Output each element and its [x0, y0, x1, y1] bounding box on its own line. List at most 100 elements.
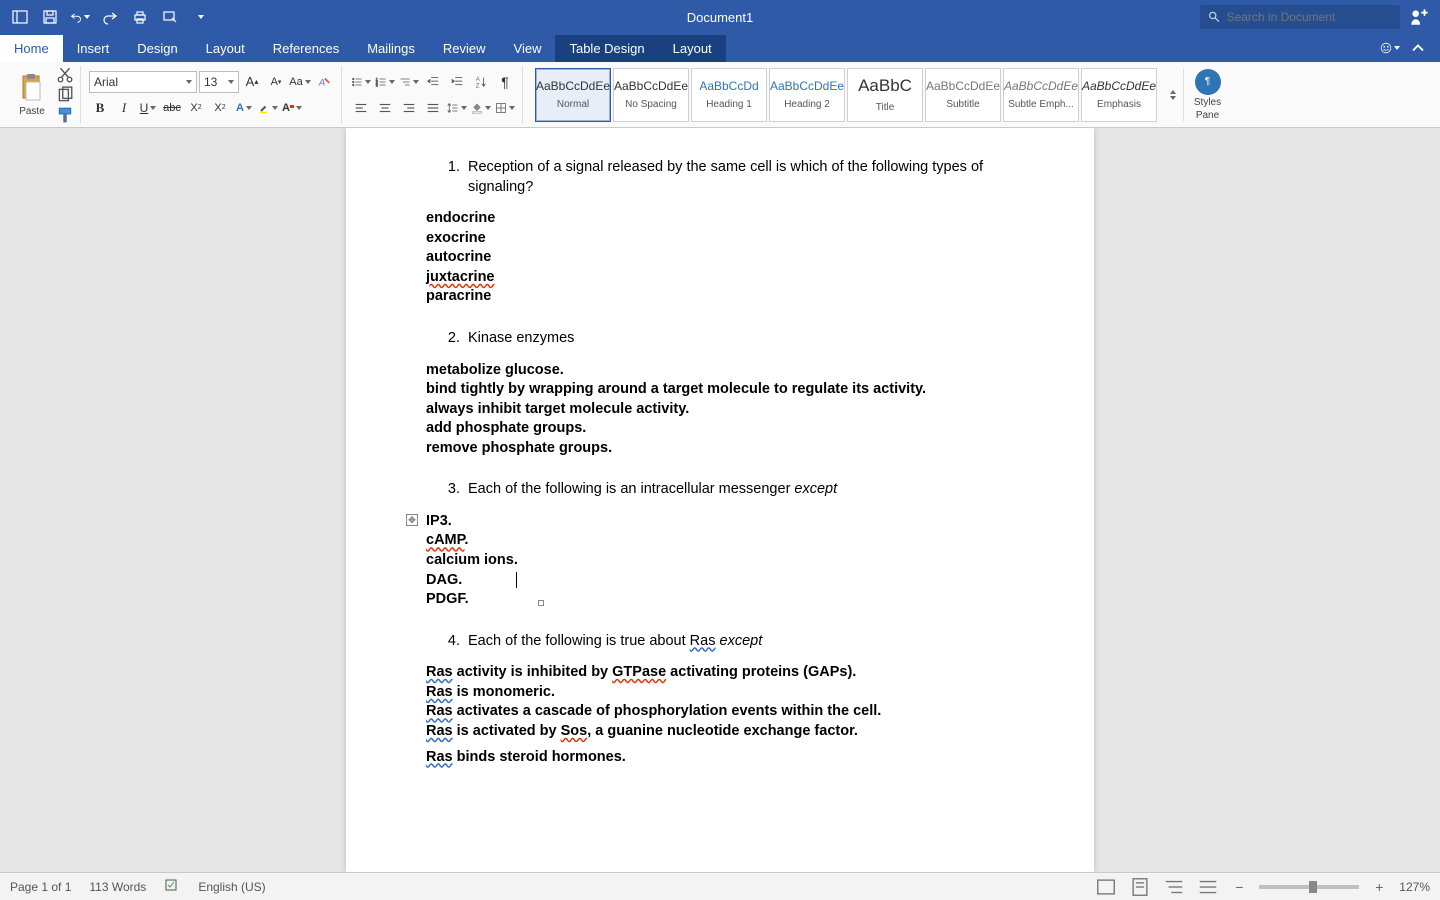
style-name: Normal — [557, 99, 589, 110]
multilevel-list-button[interactable] — [398, 71, 420, 93]
collapse-ribbon-icon[interactable] — [1408, 38, 1428, 58]
q1-a4: juxtacrine — [426, 268, 1014, 288]
justify-button[interactable] — [422, 97, 444, 119]
share-icon[interactable] — [1408, 6, 1430, 28]
print-icon[interactable] — [130, 7, 150, 27]
decrease-indent-button[interactable] — [422, 71, 444, 93]
style-tile-emphasis[interactable]: AaBbCcDdEeEmphasis — [1081, 68, 1157, 122]
underline-button[interactable]: U — [137, 97, 159, 119]
document-canvas[interactable]: 1. Reception of a signal released by the… — [0, 128, 1440, 872]
bold-button[interactable]: B — [89, 97, 111, 119]
table-move-handle-icon[interactable]: ✥ — [406, 514, 418, 526]
style-tile-heading-1[interactable]: AaBbCcDdHeading 1 — [691, 68, 767, 122]
redo-icon[interactable] — [100, 7, 120, 27]
increase-indent-button[interactable] — [446, 71, 468, 93]
q3-a2: cAMP. — [426, 531, 1014, 551]
q3-a5: PDGF. — [426, 590, 1014, 610]
panel-toggle-icon[interactable] — [10, 7, 30, 27]
q2-text: Kinase enzymes — [468, 329, 574, 349]
style-tile-title[interactable]: AaBbCTitle — [847, 68, 923, 122]
copy-icon[interactable] — [56, 86, 74, 104]
styles-pane-icon: ¶ — [1195, 69, 1221, 95]
style-tile-subtitle[interactable]: AaBbCcDdEeSubtitle — [925, 68, 1001, 122]
feedback-icon[interactable] — [1380, 38, 1400, 58]
undo-icon[interactable] — [70, 7, 90, 27]
zoom-level[interactable]: 127% — [1399, 880, 1430, 894]
tab-mailings[interactable]: Mailings — [353, 35, 429, 62]
superscript-button[interactable]: X2 — [209, 97, 231, 119]
tab-design[interactable]: Design — [123, 35, 191, 62]
zoom-in-button[interactable]: + — [1371, 879, 1387, 895]
tab-view[interactable]: View — [500, 35, 556, 62]
tab-layout[interactable]: Layout — [192, 35, 259, 62]
qat-dropdown-icon[interactable] — [190, 7, 210, 27]
status-page[interactable]: Page 1 of 1 — [10, 880, 71, 894]
italic-button[interactable]: I — [113, 97, 135, 119]
view-focus-icon[interactable] — [1095, 876, 1117, 898]
search-box[interactable] — [1200, 5, 1400, 29]
status-language[interactable]: English (US) — [198, 880, 265, 894]
styles-gallery[interactable]: AaBbCcDdEeNormalAaBbCcDdEeNo SpacingAaBb… — [531, 68, 1161, 122]
page[interactable]: 1. Reception of a signal released by the… — [346, 128, 1094, 872]
show-marks-button[interactable]: ¶ — [494, 71, 516, 93]
text-effects-button[interactable]: A — [233, 97, 255, 119]
style-tile-heading-2[interactable]: AaBbCcDdEeHeading 2 — [769, 68, 845, 122]
font-name-combo[interactable]: Arial — [89, 71, 197, 93]
status-words[interactable]: 113 Words — [89, 880, 146, 894]
q4-number: 4. — [444, 632, 468, 652]
strikethrough-button[interactable]: abc — [161, 97, 183, 119]
style-name: Heading 1 — [706, 99, 752, 110]
tab-home[interactable]: Home — [0, 35, 63, 62]
style-name: Emphasis — [1097, 99, 1141, 110]
style-tile-no-spacing[interactable]: AaBbCcDdEeNo Spacing — [613, 68, 689, 122]
clear-formatting-button[interactable]: A — [313, 71, 335, 93]
shading-button[interactable] — [470, 97, 492, 119]
q1-a3: autocrine — [426, 248, 1014, 268]
grow-font-button[interactable]: A▴ — [241, 71, 263, 93]
font-size-combo[interactable]: 13 — [199, 71, 239, 93]
table-resize-handle-icon[interactable] — [538, 600, 544, 606]
status-spellcheck-icon[interactable] — [164, 877, 180, 896]
line-spacing-button[interactable] — [446, 97, 468, 119]
view-web-icon[interactable] — [1197, 876, 1219, 898]
q4-a3: Ras activates a cascade of phosphorylati… — [426, 702, 1014, 722]
tab-table-layout[interactable]: Layout — [659, 35, 726, 62]
borders-button[interactable] — [494, 97, 516, 119]
shrink-font-button[interactable]: A▾ — [265, 71, 287, 93]
change-case-button[interactable]: Aa — [289, 71, 311, 93]
align-left-button[interactable] — [350, 97, 372, 119]
style-tile-normal[interactable]: AaBbCcDdEeNormal — [535, 68, 611, 122]
style-tile-subtle-emph-[interactable]: AaBbCcDdEeSubtle Emph... — [1003, 68, 1079, 122]
align-right-button[interactable] — [398, 97, 420, 119]
tab-references[interactable]: References — [259, 35, 353, 62]
search-input[interactable] — [1227, 10, 1392, 24]
subscript-button[interactable]: X2 — [185, 97, 207, 119]
q2-number: 2. — [444, 329, 468, 349]
customize-icon[interactable] — [160, 7, 180, 27]
styles-more-button[interactable] — [1161, 68, 1183, 122]
numbering-button[interactable]: 123 — [374, 71, 396, 93]
sort-button[interactable]: AZ — [470, 71, 492, 93]
paste-button[interactable]: Paste — [12, 72, 52, 117]
cut-icon[interactable] — [56, 66, 74, 84]
view-print-icon[interactable] — [1129, 876, 1151, 898]
zoom-out-button[interactable]: − — [1231, 879, 1247, 895]
tab-insert[interactable]: Insert — [63, 35, 124, 62]
zoom-slider[interactable] — [1259, 885, 1359, 889]
zoom-thumb[interactable] — [1309, 881, 1317, 893]
view-outline-icon[interactable] — [1163, 876, 1185, 898]
styles-pane-button[interactable]: ¶ Styles Pane — [1183, 69, 1225, 121]
style-name: Title — [876, 102, 895, 113]
font-color-button[interactable]: A — [281, 97, 303, 119]
bullets-button[interactable] — [350, 71, 372, 93]
format-painter-icon[interactable] — [56, 106, 74, 124]
highlight-button[interactable] — [257, 97, 279, 119]
align-center-button[interactable] — [374, 97, 396, 119]
q1-text: Reception of a signal released by the sa… — [468, 158, 1014, 197]
svg-text:3: 3 — [376, 83, 378, 87]
save-icon[interactable] — [40, 7, 60, 27]
svg-text:Z: Z — [476, 82, 480, 89]
q1-answers: endocrine exocrine autocrine juxtacrine … — [426, 209, 1014, 307]
tab-table-design[interactable]: Table Design — [555, 35, 658, 62]
tab-review[interactable]: Review — [429, 35, 500, 62]
